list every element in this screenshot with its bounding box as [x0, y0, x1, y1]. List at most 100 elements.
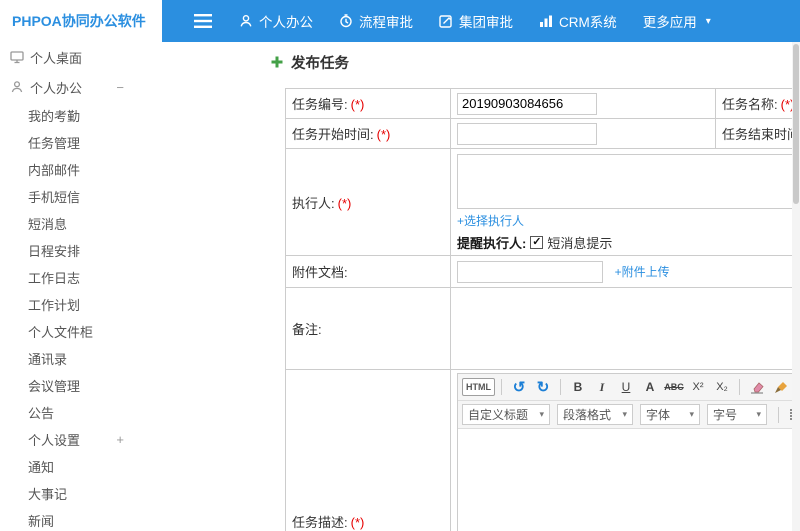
task-number-input[interactable] — [457, 92, 597, 115]
sidebar-item-short-message[interactable]: 短消息 — [0, 210, 136, 237]
nav-personal-office[interactable]: 个人办公 — [226, 0, 326, 42]
field-label: 任务编号: — [292, 97, 348, 112]
page-title: 发布任务 — [291, 55, 349, 72]
sidebar-item-meeting-management[interactable]: 会议管理 — [0, 372, 136, 399]
nav-group-approval[interactable]: 集团审批 — [426, 0, 526, 42]
source-code-button[interactable]: HTML — [462, 378, 495, 396]
rich-text-editor: HTML ↺ ↻ B I U A ABC X² X₂ 自定义标题 ▾ 段落格式 … — [457, 373, 800, 531]
nav-more-apps[interactable]: 更多应用 ▾ — [630, 0, 724, 42]
strikethrough-button[interactable]: ABC — [663, 377, 685, 397]
nav-label: CRM系统 — [559, 15, 617, 30]
font-family-select[interactable]: 字体 ▾ — [640, 404, 700, 425]
bar-chart-icon — [539, 14, 553, 28]
font-size-select[interactable]: 字号 ▾ — [707, 404, 767, 425]
sidebar-item-label: 公告 — [28, 406, 55, 421]
sidebar-item-label: 手机短信 — [28, 190, 81, 205]
sidebar-item-label: 工作日志 — [28, 271, 81, 286]
sidebar-item-label: 新闻 — [28, 514, 55, 529]
sidebar-item-label: 通知 — [28, 460, 55, 475]
clock-icon — [339, 14, 353, 28]
editor-content-area[interactable] — [458, 429, 800, 531]
font-style-button[interactable]: A — [639, 377, 661, 397]
attachment-input[interactable] — [457, 260, 603, 283]
toolbar-separator — [778, 406, 779, 423]
sidebar-item-address-book[interactable]: 通讯录 — [0, 345, 136, 372]
sidebar-item-my-attendance[interactable]: 我的考勤 — [0, 102, 136, 129]
superscript-button[interactable]: X² — [687, 377, 709, 397]
start-time-input[interactable] — [457, 122, 597, 145]
page-title-row: 发布任务 — [270, 50, 800, 74]
underline-button[interactable]: U — [615, 377, 637, 397]
nav-label: 更多应用 — [642, 15, 697, 30]
choose-executor-link[interactable]: +选择执行人 — [457, 214, 524, 228]
sidebar-item-news[interactable]: 新闻 — [0, 507, 136, 531]
field-label: 执行人: — [292, 195, 335, 211]
redo-button[interactable]: ↻ — [532, 377, 554, 397]
paragraph-format-select[interactable]: 段落格式 ▾ — [557, 404, 633, 425]
nav-crm-system[interactable]: CRM系统 — [526, 0, 630, 42]
topbar: PHPOA协同办公软件 个人办公 流程审批 集团审批 CRM系统 更多应用 ▾ — [0, 0, 800, 42]
subscript-button[interactable]: X₂ — [711, 377, 733, 397]
field-label: 备注: — [292, 322, 322, 337]
hamburger-menu-icon[interactable] — [194, 14, 212, 28]
sidebar-item-announcement[interactable]: 公告 — [0, 399, 136, 426]
chevron-down-icon: ▾ — [622, 409, 627, 419]
sidebar-item-label: 工作计划 — [28, 298, 81, 313]
chevron-down-icon: ▾ — [689, 409, 694, 419]
nav-process-approval[interactable]: 流程审批 — [326, 0, 426, 42]
field-label: 附件文档: — [292, 265, 348, 280]
sms-remind-checkbox[interactable]: ✓ — [530, 236, 544, 249]
sidebar-item-label: 个人办公 — [30, 80, 83, 96]
sidebar-item-label: 日程安排 — [28, 244, 81, 259]
required-mark: (*) — [337, 195, 352, 211]
sidebar-item-notification[interactable]: 通知 — [0, 453, 136, 480]
collapse-minus-icon[interactable]: − — [116, 80, 124, 95]
vertical-scrollbar[interactable] — [792, 42, 800, 531]
scrollbar-thumb[interactable] — [793, 44, 799, 204]
sidebar-item-mobile-sms[interactable]: 手机短信 — [0, 183, 136, 210]
select-value: 自定义标题 — [468, 408, 529, 422]
sidebar-item-label: 个人桌面 — [30, 50, 83, 66]
bold-button[interactable]: B — [567, 377, 589, 397]
sidebar-item-label: 个人设置 — [28, 433, 81, 448]
remove-format-eraser-icon[interactable] — [746, 377, 768, 397]
select-value: 字体 — [646, 408, 671, 422]
sidebar-item-work-log[interactable]: 工作日志 — [0, 264, 136, 291]
table-row: 执行人: (*) +选择执行人 提醒执行人: ✓ 短消息提示 — [285, 148, 800, 256]
sidebar-item-personal-desktop[interactable]: 个人桌面 — [0, 42, 136, 72]
undo-button[interactable]: ↺ — [508, 377, 530, 397]
sidebar-item-task-management[interactable]: 任务管理 — [0, 129, 136, 156]
heading-style-select[interactable]: 自定义标题 ▾ — [462, 404, 550, 425]
sidebar-item-label: 个人文件柜 — [28, 325, 94, 340]
table-row: 任务描述: (*) HTML ↺ ↻ B I U A ABC X² X₂ 自定义… — [285, 369, 800, 531]
field-label: 任务名称: — [722, 97, 778, 112]
table-row: 备注: — [285, 287, 800, 370]
sidebar-item-label: 短消息 — [28, 217, 68, 232]
field-label: 任务描述: — [292, 515, 348, 530]
format-paint-brush-icon[interactable] — [770, 377, 792, 397]
nav-label: 流程审批 — [359, 15, 413, 30]
toolbar-separator — [560, 379, 561, 395]
required-mark: (*) — [350, 515, 365, 530]
attachment-upload-link[interactable]: +附件上传 — [615, 265, 670, 279]
editor-toolbar-bottom: 自定义标题 ▾ 段落格式 ▾ 字体 ▾ 字号 ▾ — [458, 401, 800, 429]
field-label: 任务结束时间: — [722, 127, 800, 142]
italic-button[interactable]: I — [591, 377, 613, 397]
sidebar-item-label: 通讯录 — [28, 352, 68, 367]
person-icon — [239, 14, 253, 28]
toolbar-separator — [739, 379, 740, 395]
sidebar: 个人桌面 个人办公 − 我的考勤 任务管理 内部邮件 手机短信 短消息 日程安排… — [0, 42, 136, 531]
chevron-down-icon: ▾ — [756, 409, 761, 419]
chevron-down-icon: ▾ — [705, 15, 711, 27]
sidebar-item-work-plan[interactable]: 工作计划 — [0, 291, 136, 318]
expand-plus-icon[interactable]: + — [116, 432, 124, 447]
sidebar-item-schedule[interactable]: 日程安排 — [0, 237, 136, 264]
remark-textarea[interactable] — [457, 292, 800, 365]
sidebar-item-personal-office[interactable]: 个人办公 − — [0, 72, 136, 102]
checkbox-label: 短消息提示 — [547, 236, 613, 251]
sidebar-item-personal-settings[interactable]: 个人设置 + — [0, 426, 136, 453]
executor-textarea[interactable] — [457, 154, 797, 209]
sidebar-item-major-events[interactable]: 大事记 — [0, 480, 136, 507]
sidebar-item-personal-file-cabinet[interactable]: 个人文件柜 — [0, 318, 136, 345]
sidebar-item-internal-mail[interactable]: 内部邮件 — [0, 156, 136, 183]
